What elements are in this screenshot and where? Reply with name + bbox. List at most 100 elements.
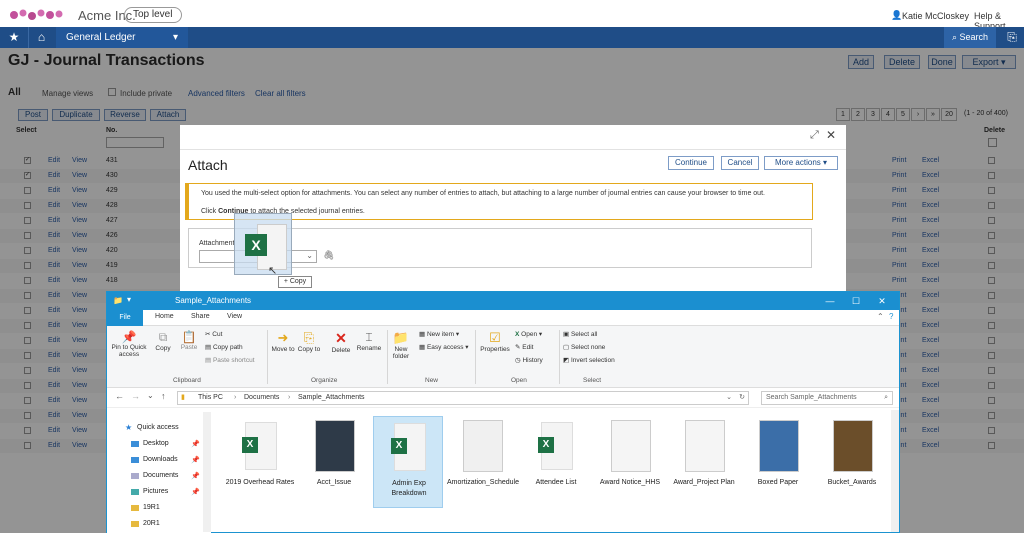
file-name: Amortization_Schedule <box>447 479 519 486</box>
new-folder-button[interactable]: 📁 New folder <box>389 330 413 360</box>
open-button[interactable]: X Open ▾ <box>515 330 542 338</box>
nav-desktop[interactable]: Desktop <box>143 440 169 447</box>
cut-label: Cut <box>212 331 223 338</box>
properties-button[interactable]: ☑ Properties <box>479 330 511 353</box>
cursor-icon: ↖ <box>268 265 278 277</box>
nav-20r1[interactable]: 20R1 <box>143 520 160 527</box>
drag-preview: X <box>234 213 292 275</box>
history-button[interactable]: ◷ History <box>515 356 543 364</box>
excel-logo-icon: X <box>391 438 407 454</box>
copy-badge: + Copy <box>278 276 312 288</box>
select-none-button[interactable]: ▢ Select none <box>563 343 605 351</box>
invert-selection-button[interactable]: ◩ Invert selection <box>563 356 615 364</box>
explorer-title-bar[interactable]: 📁 ▾ Sample_Attachments — ☐ ✕ <box>107 292 899 310</box>
file-explorer-window: 📁 ▾ Sample_Attachments — ☐ ✕ Home Share … <box>106 291 900 534</box>
home-icon[interactable]: ⌂ <box>28 27 54 48</box>
cancel-button[interactable]: Cancel <box>721 156 759 170</box>
user-name[interactable]: Katie McCloskey <box>902 11 969 21</box>
top-bar: Acme Inc. Top level ⌄ 👤 Katie McCloskey … <box>0 0 1024 34</box>
pin-quick-access-button[interactable]: 📌 Pin to Quick access <box>109 330 149 358</box>
nav-scrollbar[interactable] <box>203 412 211 532</box>
quick-access-toolbar-icon[interactable]: ▾ <box>127 295 131 304</box>
excel-open-icon: X <box>515 331 520 338</box>
file-name: Admin Exp Breakdown <box>391 480 427 497</box>
edit-icon: ✎ <box>515 344 521 351</box>
paste-shortcut-button[interactable]: ▤ Paste shortcut <box>205 356 255 364</box>
copy-to-button[interactable]: ⎘ Copy to <box>297 330 321 353</box>
organize-group-label: Organize <box>311 377 338 384</box>
easy-access-button[interactable]: ▦ Easy access ▾ <box>419 343 469 351</box>
path-sample-attachments[interactable]: Sample_Attachments <box>298 392 365 404</box>
recent-chevron-icon[interactable]: ⌄ <box>147 391 154 400</box>
properties-icon: ☑ <box>489 330 501 345</box>
tab-view[interactable]: View <box>227 313 242 320</box>
ledger-label: General Ledger <box>66 32 136 43</box>
nav-quick-access[interactable]: Quick access <box>137 424 179 431</box>
new-item-icon: ▦ <box>419 331 426 338</box>
file-item[interactable]: Amortization_Schedule <box>447 416 519 508</box>
expand-icon[interactable]: ⤢ <box>810 129 819 142</box>
file-item[interactable]: Acct_Issue <box>299 416 369 508</box>
explorer-search-input[interactable]: Search Sample_Attachments ⌕ <box>761 391 893 405</box>
maximize-icon[interactable]: ☐ <box>843 294 869 308</box>
path-box[interactable]: ▮ This PC › Documents › Sample_Attachmen… <box>177 391 749 405</box>
file-item[interactable]: X Admin Exp Breakdown <box>373 416 443 508</box>
back-icon[interactable]: ← <box>115 391 124 401</box>
continue-button[interactable]: Continue <box>668 156 714 170</box>
easy-access-label: Easy access <box>426 344 464 351</box>
forward-icon[interactable]: → <box>131 391 140 401</box>
general-ledger-menu[interactable]: General Ledger ▾ <box>56 27 188 48</box>
tab-file[interactable]: File <box>107 310 143 326</box>
files-scrollbar[interactable] <box>891 410 899 532</box>
file-item[interactable]: Award_Project Plan <box>669 416 739 508</box>
new-group-label: New <box>425 377 439 384</box>
chevron-down-icon: ⌄ <box>306 251 313 260</box>
close-window-icon[interactable]: ✕ <box>869 294 895 308</box>
tab-home[interactable]: Home <box>155 313 174 320</box>
scissors-icon: ✂ <box>205 331 211 338</box>
select-none-label: Select none <box>570 344 606 351</box>
minimize-icon[interactable]: — <box>817 294 843 308</box>
invert-selection-label: Invert selection <box>570 357 615 364</box>
help-icon[interactable]: ? <box>889 312 893 321</box>
cut-button[interactable]: ✂ Cut <box>205 330 222 338</box>
star-icon[interactable]: ★ <box>0 27 28 48</box>
file-thumbnail-icon <box>315 420 355 472</box>
copy-button[interactable]: ⧉ Copy <box>151 330 175 352</box>
rename-button[interactable]: ⌶ Rename <box>355 330 383 352</box>
path-documents[interactable]: Documents <box>244 392 279 404</box>
file-name: Award Notice_HHS <box>599 479 661 486</box>
nav-downloads[interactable]: Downloads <box>143 456 178 463</box>
file-item[interactable]: Award Notice_HHS <box>595 416 665 508</box>
nav-pictures[interactable]: Pictures <box>143 488 168 495</box>
downloads-icon <box>131 457 139 463</box>
move-label: Move to <box>271 346 295 353</box>
tab-share[interactable]: Share <box>191 313 210 320</box>
close-icon[interactable]: ✕ <box>826 128 836 142</box>
paste-button[interactable]: 📋 Paste <box>177 330 201 351</box>
nav-documents[interactable]: Documents <box>143 472 178 479</box>
nav-19r1[interactable]: 19R1 <box>143 504 160 511</box>
chevron-up-icon[interactable]: ⌃ <box>877 312 884 321</box>
bookmark-icon[interactable]: ⎘ <box>1000 27 1024 48</box>
chevron-down-icon[interactable]: ⌄ <box>726 392 732 404</box>
select-all-button[interactable]: ▣ Select all <box>563 330 597 338</box>
level-dropdown[interactable]: Top level ⌄ <box>124 7 182 34</box>
move-to-button[interactable]: ➜ Move to <box>271 330 295 353</box>
new-item-button[interactable]: ▦ New item ▾ <box>419 330 459 338</box>
file-item[interactable]: X Attendee List <box>521 416 591 508</box>
file-item[interactable]: Bucket_Awards <box>817 416 887 508</box>
path-this-pc[interactable]: This PC <box>198 392 223 404</box>
delete-button[interactable]: ✕ Delete <box>327 330 355 354</box>
up-icon[interactable]: ↑ <box>161 391 166 401</box>
excel-logo-icon: X <box>245 234 267 256</box>
refresh-icon[interactable]: ↻ <box>739 392 745 404</box>
file-item[interactable]: Boxed Paper <box>743 416 813 508</box>
search-button[interactable]: ⌕ Search <box>944 27 996 48</box>
edit-button[interactable]: ✎ Edit <box>515 343 533 351</box>
pin-icon: 📌 <box>191 457 200 464</box>
copy-path-button[interactable]: ▤ Copy path <box>205 343 243 351</box>
paperclip-icon[interactable]: 🖇 <box>323 250 334 261</box>
file-item[interactable]: X 2019 Overhead Rates <box>225 416 295 508</box>
more-actions-button[interactable]: More actions ▾ <box>764 156 838 170</box>
